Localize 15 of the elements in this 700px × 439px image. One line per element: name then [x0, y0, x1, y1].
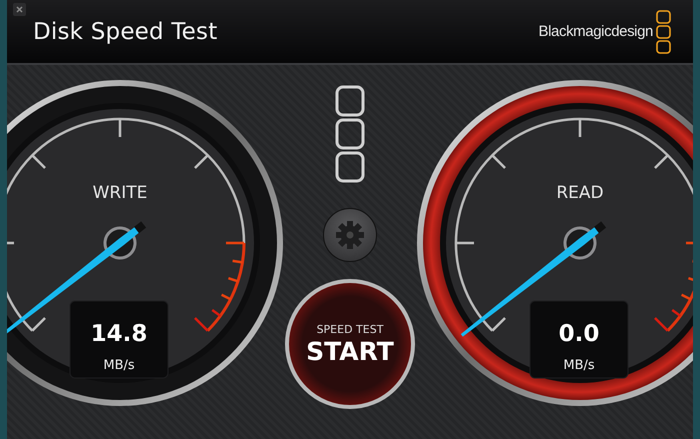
start-button[interactable]: SPEED TEST START	[285, 279, 415, 409]
window-title: Disk Speed Test	[33, 18, 218, 44]
brand-name: Blackmagicdesign	[538, 23, 653, 40]
logo-icon	[656, 10, 671, 54]
settings-button[interactable]	[323, 208, 377, 262]
speed-value: 14.8	[90, 321, 148, 347]
speed-unit: MB/s	[563, 358, 595, 373]
logo-icon	[335, 85, 365, 183]
close-icon	[16, 6, 23, 13]
settings-icon	[335, 220, 365, 250]
close-button[interactable]	[13, 3, 26, 16]
speed-unit: MB/s	[103, 358, 135, 373]
gauge-label: READ	[556, 183, 604, 203]
gauge-label: WRITE	[92, 183, 148, 203]
speed-value: 0.0	[558, 321, 600, 347]
